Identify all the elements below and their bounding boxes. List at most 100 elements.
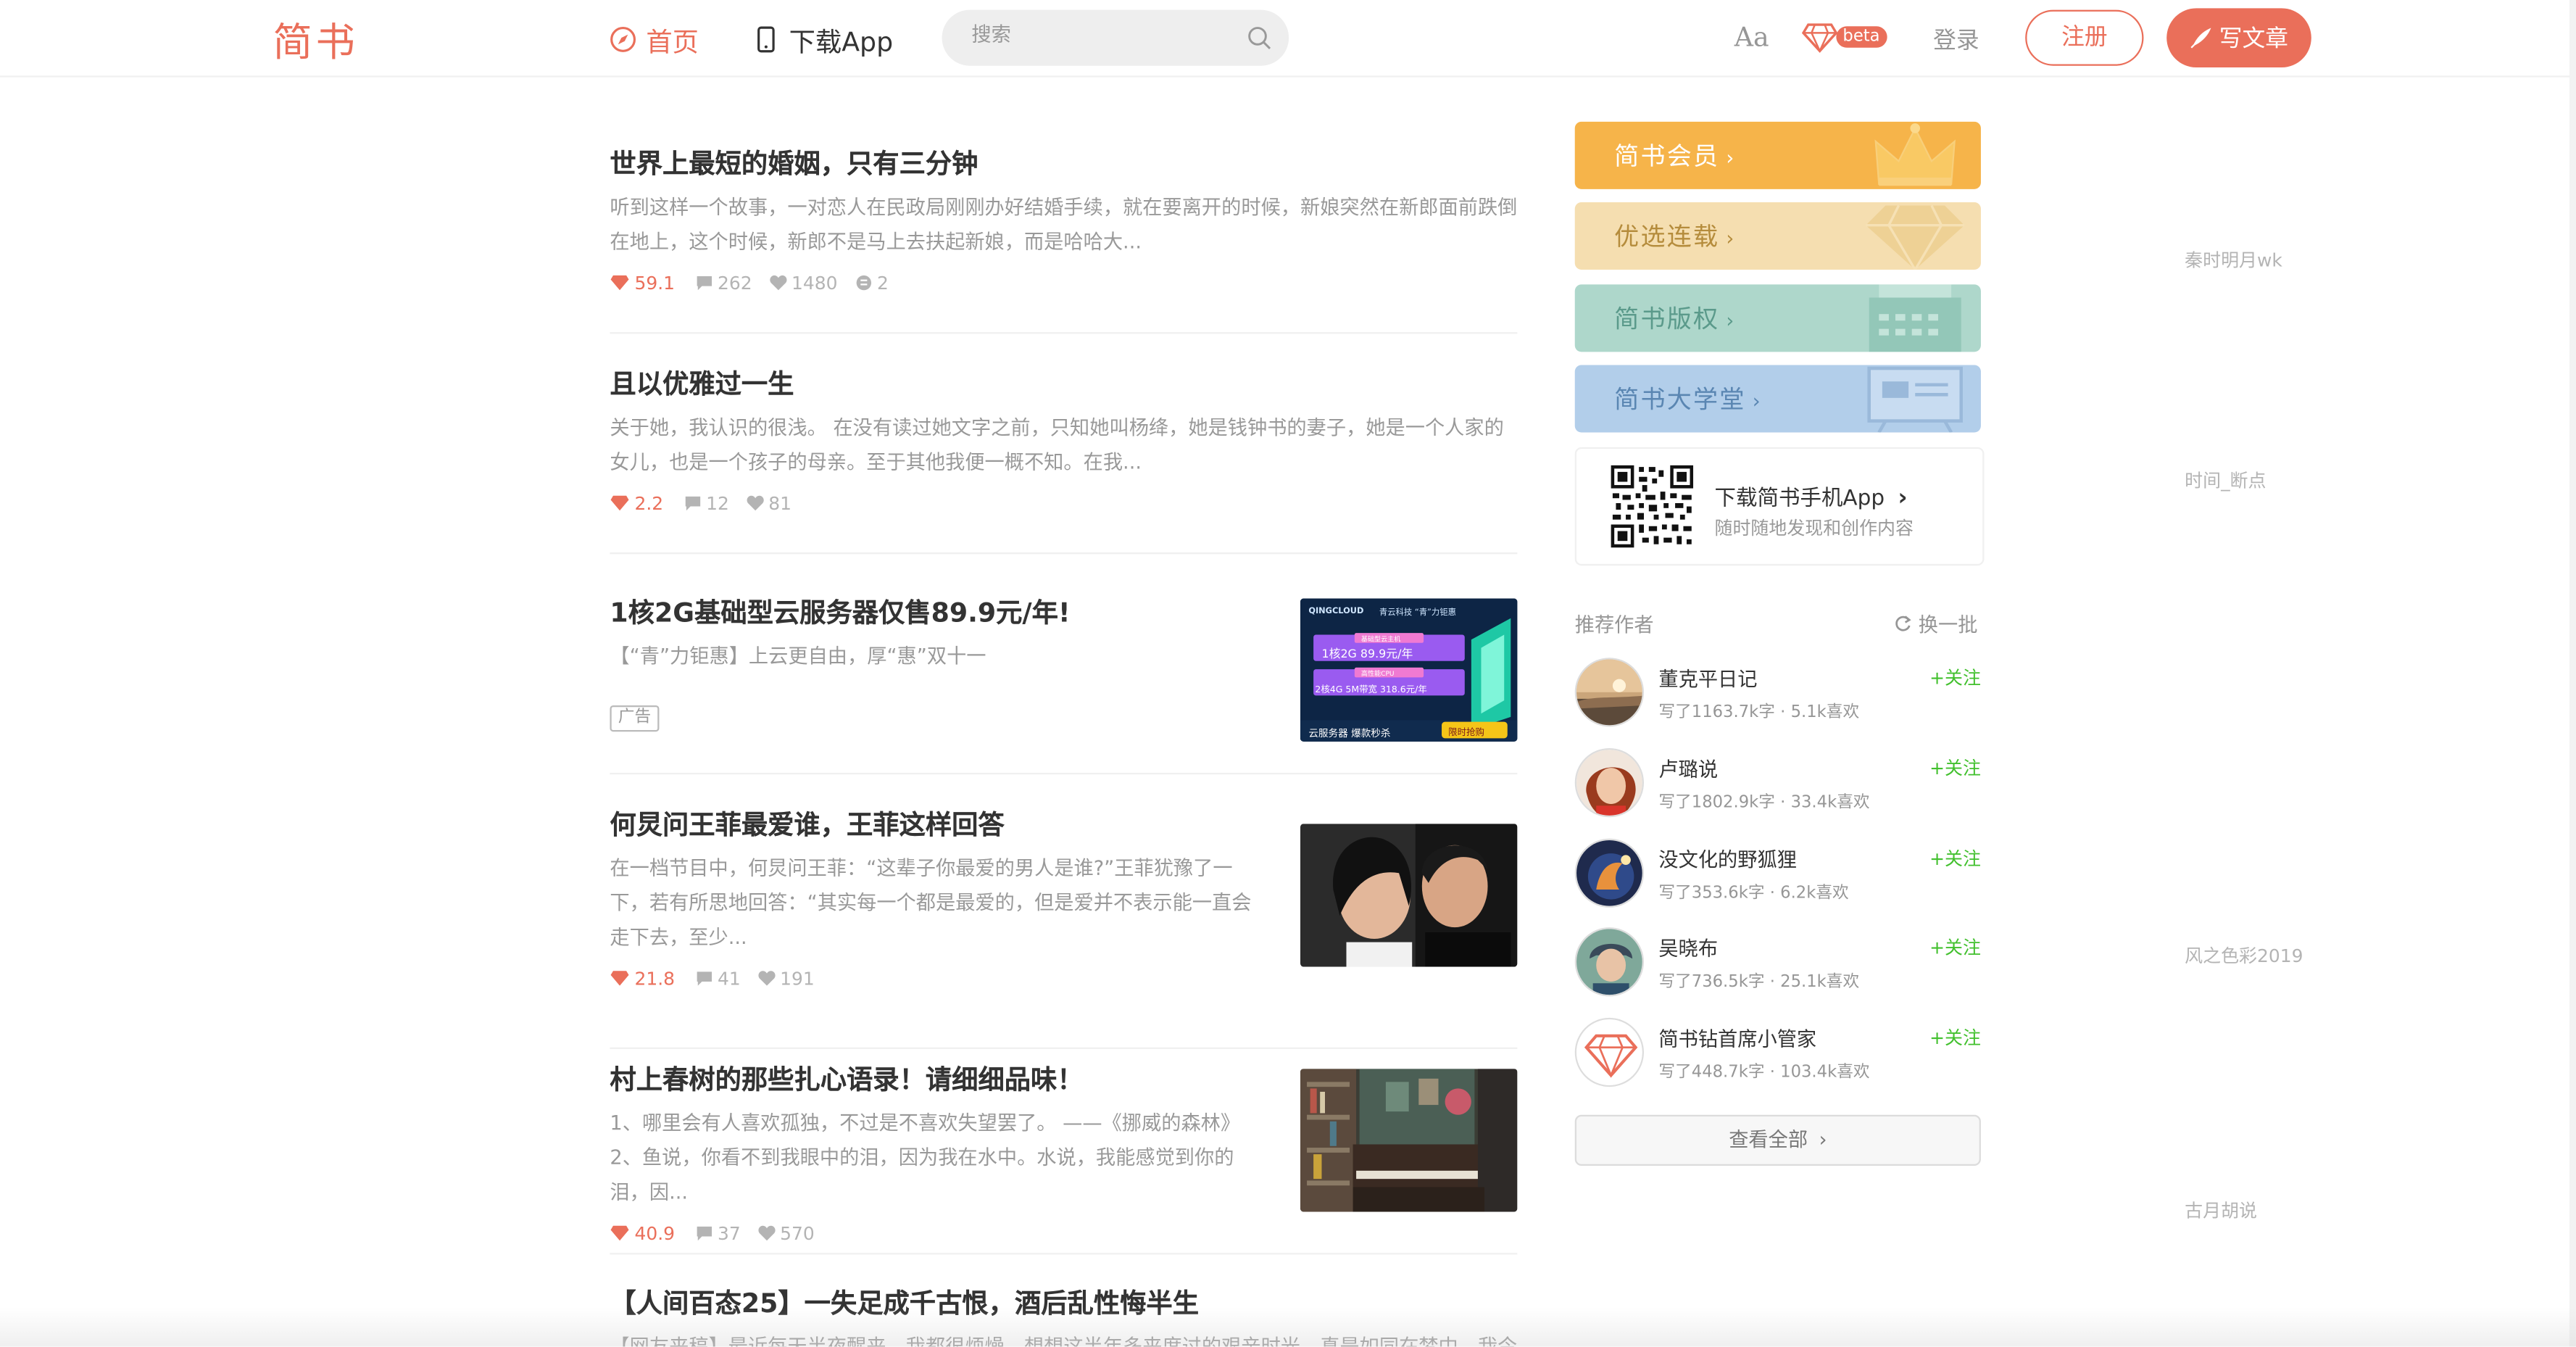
banner-membership[interactable]: 简书会员 ›	[1574, 121, 1981, 189]
logo[interactable]: 简书	[273, 10, 358, 67]
coin-icon	[855, 275, 871, 291]
avatar-woman-photo	[1576, 750, 1642, 816]
comment-icon	[696, 276, 711, 291]
refresh-button[interactable]: 换一批	[1894, 610, 1977, 638]
article-author[interactable]: 古月胡说	[2185, 1197, 2576, 1269]
chevron-right-icon: ›	[1819, 1127, 1827, 1151]
article-title[interactable]: 世界上最短的婚姻，只有三分钟	[610, 118, 1517, 184]
article-meta: 40.9 古月胡说 37 570	[610, 1201, 2257, 1246]
article-abstract: 【“青”力钜惠】上云更自由，厚“惠”双十一	[610, 645, 986, 668]
article-author[interactable]: 风之色彩2019	[2185, 942, 2576, 1015]
article-title[interactable]: 1核2G基础型云服务器仅售89.9元/年!	[610, 554, 1267, 633]
avatar[interactable]	[1574, 838, 1644, 908]
article-list: 世界上最短的婚姻，只有三分钟 听到这样一个故事，一对恋人在民政局刚刚办好结婚手续…	[610, 118, 2303, 1347]
reward-count: 2	[854, 272, 889, 294]
crown-icon	[1874, 123, 1956, 186]
author-name[interactable]: 简书钻首席小管家	[1658, 1024, 1816, 1053]
list-item[interactable]: 何炅问王菲最爱谁，王菲这样回答 在一档节目中，何炅问王菲：“这辈子你最爱的男人是…	[610, 774, 2303, 1049]
list-item[interactable]: 且以优雅过一生 关于她，我认识的很浅。 在没有读过她文字之前，只知她叫杨绛，她是…	[610, 333, 2266, 555]
article-title[interactable]: 村上春树的那些扎心语录！请细细品味！	[610, 1049, 1284, 1100]
banner-label: 优选连载	[1614, 222, 1720, 252]
login-link[interactable]: 登录	[1933, 23, 1979, 56]
download-app-card[interactable]: 下载简书手机App › 随时随地发现和创作内容	[1574, 447, 1985, 566]
search-input[interactable]	[971, 22, 1235, 46]
author-name[interactable]: 卢璐说	[1658, 755, 1718, 783]
nav-app-label: 下载App	[789, 26, 894, 58]
article-author[interactable]: 时间_断点	[2185, 467, 2576, 539]
avatar[interactable]	[1574, 658, 1644, 727]
author-name[interactable]: 没文化的野狐狸	[1658, 845, 1797, 874]
view-all-button[interactable]: 查看全部 ›	[1574, 1114, 1981, 1166]
follow-button[interactable]: +关注	[1929, 934, 1981, 960]
article-score: 40.9	[610, 1222, 675, 1244]
chevron-right-icon: ›	[1726, 309, 1736, 333]
avatar[interactable]	[1574, 747, 1644, 818]
signup-button[interactable]: 注册	[2025, 9, 2144, 66]
top-navbar: 简书 首页 下载App Aa beta	[0, 0, 2576, 78]
follow-button[interactable]: +关注	[1929, 845, 1981, 871]
author-name[interactable]: 董克平日记	[1658, 664, 1757, 692]
ad-line2: 2核4G 5M带宽 318.6元/年	[1315, 685, 1427, 696]
chevron-right-icon: ›	[1726, 226, 1736, 250]
list-item[interactable]: 【人间百态25】一失足成千古恨，酒后乱性悔半生 【网友来稿】最近每天半夜醒来，我…	[610, 1254, 1517, 1347]
article-meta: 21.8 风之色彩2019 41 191	[610, 945, 2303, 991]
diamond-icon	[610, 971, 629, 986]
article-author[interactable]: 秦时明月wk	[2185, 246, 2576, 319]
article-thumbnail[interactable]	[1300, 1069, 1518, 1212]
article-title[interactable]: 何炅问王菲最爱谁，王菲这样回答	[610, 774, 1284, 845]
comment-count[interactable]: 41	[694, 968, 741, 989]
ad-brand: QINGCLOUD	[1308, 606, 1364, 617]
ad-footer-badge: 限时抢购	[1448, 728, 1485, 739]
ad-banner-graphic	[1300, 598, 1518, 742]
banner-university[interactable]: 简书大学堂 ›	[1574, 365, 1981, 433]
blackboard-icon	[1867, 366, 1963, 433]
article-abstract: 在一档节目中，何炅问王菲：“这辈子你最爱的男人是谁?”王菲犹豫了一下，若有所思地…	[610, 856, 1252, 949]
author-stats: 写了736.5k字 · 25.1k喜欢	[1658, 973, 1860, 992]
comment-count[interactable]: 12	[683, 492, 729, 514]
refresh-icon	[1895, 616, 1911, 631]
list-item[interactable]: 世界上最短的婚姻，只有三分钟 听到这样一个故事，一对恋人在民政局刚刚办好结婚手续…	[610, 118, 2282, 334]
article-thumbnail[interactable]	[1300, 824, 1518, 967]
chevron-right-icon: ›	[1752, 389, 1762, 413]
search-icon[interactable]	[1246, 25, 1272, 51]
nav-home[interactable]: 首页	[610, 20, 699, 59]
app-card-subtitle: 随时随地发现和创作内容	[1714, 518, 1914, 539]
banner-copyright[interactable]: 简书版权 ›	[1574, 284, 1981, 352]
diamond-icon	[610, 1225, 629, 1241]
diamond-icon	[1866, 204, 1965, 270]
article-abstract: 听到这样一个故事，一对恋人在民政局刚刚办好结婚手续，就在要离开的时候，新娘突然在…	[610, 195, 1518, 254]
typewriter-icon	[1869, 284, 1961, 352]
list-item[interactable]: 村上春树的那些扎心语录！请细细品味！ 1、哪里会有人喜欢孤独，不过是不喜欢失望罢…	[610, 1049, 2257, 1255]
article-title[interactable]: 且以优雅过一生	[610, 333, 1517, 405]
follow-button[interactable]: +关注	[1929, 755, 1981, 781]
ad-line1: 1核2G 89.9元/年	[1321, 647, 1413, 661]
avatar[interactable]	[1574, 927, 1644, 997]
author-stats: 写了448.7k字 · 103.4k喜欢	[1658, 1064, 1870, 1082]
scrollbar[interactable]	[2569, 0, 2576, 1347]
avatar-fox-illustration	[1576, 840, 1642, 906]
chevron-right-icon: ›	[1726, 146, 1736, 170]
comment-count[interactable]: 37	[694, 1222, 741, 1244]
article-abstract: 关于她，我认识的很浅。 在没有读过她文字之前，只知她叫杨绛，她是钱钟书的妻子，她…	[610, 415, 1504, 474]
article-title[interactable]: 【人间百态25】一失足成千古恨，酒后乱性悔半生	[610, 1254, 1517, 1323]
avatar[interactable]	[1574, 1017, 1644, 1087]
recommended-author: 没文化的野狐狸 写了353.6k字 · 6.2k喜欢 +关注	[1574, 838, 1981, 911]
ad-item[interactable]: 1核2G基础型云服务器仅售89.9元/年! 【“青”力钜惠】上云更自由，厚“惠”…	[610, 554, 1518, 775]
chevron-right-icon: ›	[1898, 485, 1908, 512]
article-abstract: 1、哪里会有人喜欢孤独，不过是不喜欢失望罢了。 ——《挪威的森林》 2、鱼说，你…	[610, 1111, 1241, 1204]
banner-label: 简书会员	[1614, 141, 1720, 171]
follow-button[interactable]: +关注	[1929, 664, 1981, 690]
diamond-icon[interactable]	[1801, 23, 1838, 53]
author-name[interactable]: 吴晓布	[1658, 934, 1718, 962]
article-score: 59.1	[610, 272, 675, 294]
ad-banner-image[interactable]: QINGCLOUD 青云科技 “青”力钜惠 基础型云主机 1核2G 89.9元/…	[1300, 598, 1518, 742]
follow-button[interactable]: +关注	[1929, 1024, 1981, 1050]
font-size-toggle[interactable]: Aa	[1734, 21, 1769, 52]
qr-code[interactable]	[1609, 463, 1695, 550]
write-article-button[interactable]: 写文章	[2166, 8, 2311, 67]
like-count: 81	[746, 492, 792, 514]
banner-serial[interactable]: 优选连载 ›	[1574, 202, 1981, 270]
nav-download-app[interactable]: 下载App	[756, 20, 893, 59]
comment-count[interactable]: 262	[694, 272, 752, 294]
nav-home-label: 首页	[646, 26, 699, 58]
